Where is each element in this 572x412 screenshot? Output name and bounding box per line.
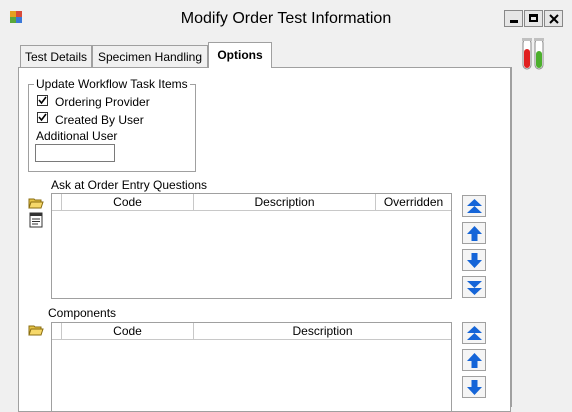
components-grid-header: Code Description: [52, 323, 451, 340]
tab-label: Options: [217, 48, 263, 62]
column-header-overridden[interactable]: Overridden: [376, 194, 451, 210]
folder-open-icon[interactable]: [28, 322, 44, 338]
move-top-button[interactable]: [462, 195, 486, 217]
tab-label: Test Details: [24, 50, 88, 64]
questions-grid-header: Code Description Overridden: [52, 194, 451, 211]
column-header-description[interactable]: Description: [194, 323, 451, 339]
up-arrow-icon: [467, 226, 482, 241]
tab-label: Specimen Handling: [97, 50, 203, 64]
move-up-button[interactable]: [462, 222, 486, 244]
double-up-arrow-icon: [467, 326, 482, 340]
created-by-user-checkbox[interactable]: [37, 112, 48, 123]
created-by-user-label: Created By User: [55, 113, 144, 127]
details-icon[interactable]: [28, 212, 44, 228]
double-up-arrow-icon: [467, 199, 482, 213]
ordering-provider-label: Ordering Provider: [55, 95, 150, 109]
column-header-code[interactable]: Code: [62, 323, 194, 339]
up-arrow-icon: [467, 353, 482, 368]
components-move-up-button[interactable]: [462, 349, 486, 371]
components-move-top-button[interactable]: [462, 322, 486, 344]
move-down-button[interactable]: [462, 249, 486, 271]
ordering-provider-checkbox[interactable]: [37, 95, 48, 106]
minimize-icon: [510, 20, 518, 23]
tab-specimen-handling[interactable]: Specimen Handling: [92, 45, 208, 67]
close-button[interactable]: [544, 10, 563, 27]
double-down-arrow-icon: [467, 281, 482, 295]
column-header-code[interactable]: Code: [62, 194, 194, 210]
additional-user-label: Additional User: [36, 129, 118, 143]
row-selector-header: [52, 194, 62, 210]
tab-test-details[interactable]: Test Details: [20, 45, 92, 67]
workflow-group-label: Update Workflow Task Items: [34, 77, 190, 91]
components-move-down-button[interactable]: [462, 376, 486, 398]
down-arrow-icon: [467, 253, 482, 268]
questions-grid[interactable]: Code Description Overridden: [51, 193, 452, 299]
right-divider: [511, 67, 512, 407]
components-grid[interactable]: Code Description: [51, 322, 452, 412]
minimize-button[interactable]: [504, 10, 523, 27]
column-header-description[interactable]: Description: [194, 194, 376, 210]
checkmark-icon: [38, 96, 47, 105]
maximize-icon: [529, 14, 538, 22]
down-arrow-icon: [467, 380, 482, 395]
move-bottom-button[interactable]: [462, 276, 486, 298]
checkmark-icon: [38, 113, 47, 122]
questions-label: Ask at Order Entry Questions: [51, 178, 208, 192]
folder-open-icon[interactable]: [28, 195, 44, 211]
components-label: Components: [48, 306, 117, 320]
window-title: Modify Order Test Information: [180, 10, 392, 27]
close-icon: [549, 14, 559, 24]
row-selector-header: [52, 323, 62, 339]
additional-user-input[interactable]: [35, 144, 115, 162]
tab-options[interactable]: Options: [208, 42, 272, 68]
test-tubes-icon: [522, 38, 544, 70]
maximize-button[interactable]: [524, 10, 543, 27]
